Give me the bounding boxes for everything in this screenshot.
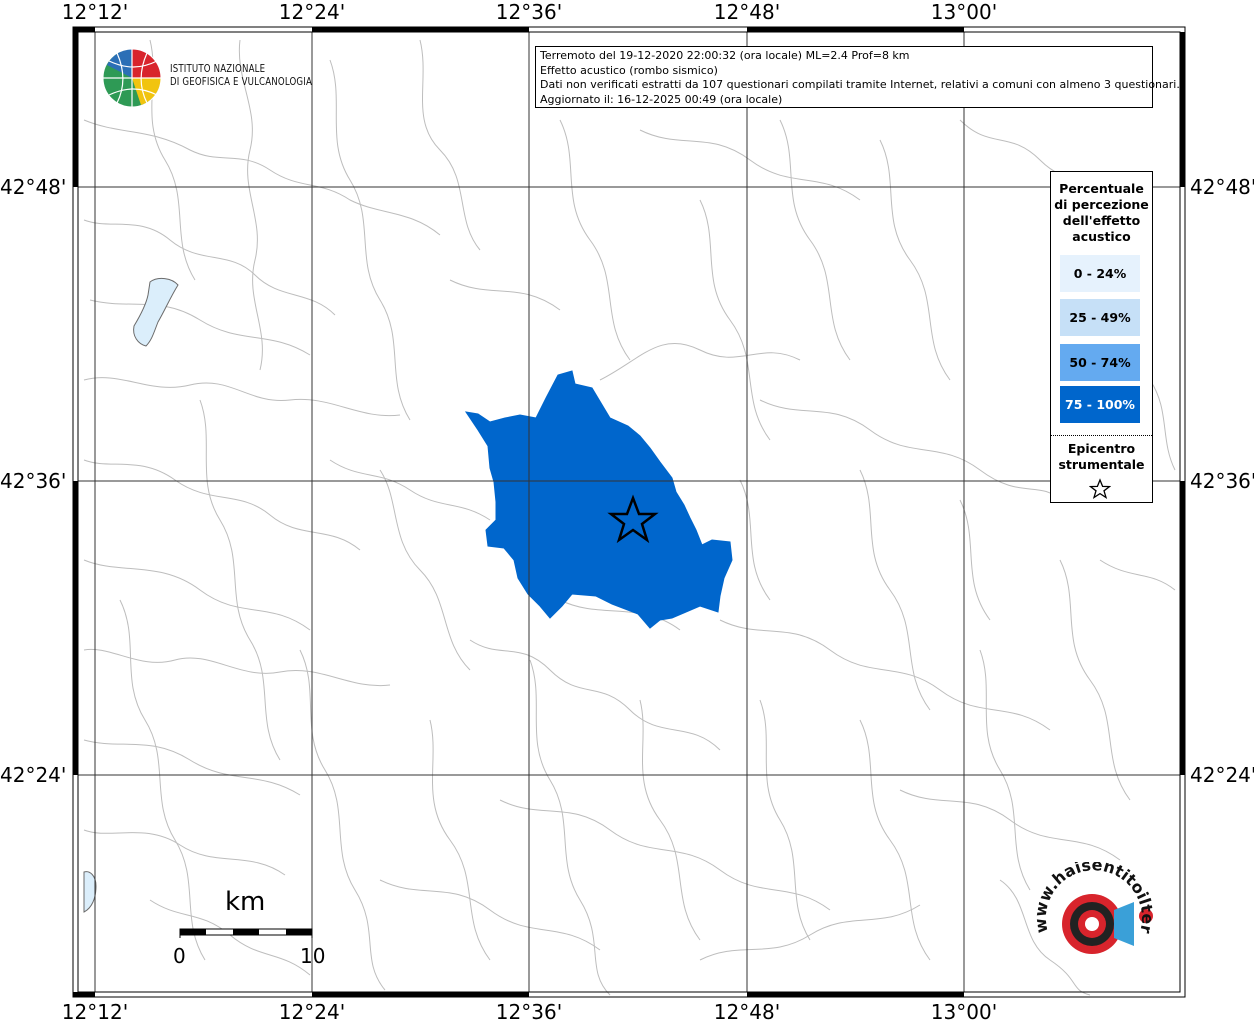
scale-bar-unit: km	[225, 887, 266, 917]
lon-tick-bottom-5: 13°00'	[930, 1000, 998, 1024]
legend-epicenter-line2: strumentale	[1058, 457, 1145, 472]
scale-bar-start: 0	[173, 944, 186, 968]
lat-tick-right-1: 42°48'	[1190, 175, 1254, 199]
legend-class-25-49: 25 - 49%	[1060, 299, 1140, 336]
legend-separator	[1051, 435, 1152, 436]
lat-tick-left-2: 42°36'	[0, 469, 67, 493]
lon-tick-bottom-2: 12°24'	[278, 1000, 346, 1024]
lon-tick-top-2: 12°24'	[278, 0, 346, 24]
lake-left-edge	[83, 871, 97, 913]
legend-class-75-100: 75 - 100%	[1060, 386, 1140, 423]
scale-bar-end: 10	[300, 944, 326, 968]
ingv-logo-line2: DI GEOFISICA E VULCANOLOGIA	[170, 76, 313, 88]
lat-tick-left-3: 42°24'	[0, 763, 67, 787]
legend-class-0-24: 0 - 24%	[1060, 255, 1140, 292]
legend-title: Percentuale di percezione dell'effetto a…	[1051, 181, 1152, 245]
event-info-line2: Effetto acustico (rombo sismico)	[540, 63, 718, 77]
lon-tick-bottom-4: 12°48'	[713, 1000, 781, 1024]
ingv-logo-text: ISTITUTO NAZIONALE DI GEOFISICA E VULCAN…	[170, 63, 312, 89]
lon-tick-top-1: 12°12'	[61, 0, 129, 24]
legend-class-50-74: 50 - 74%	[1060, 344, 1140, 381]
legend-epicenter-line1: Epicentro	[1067, 441, 1136, 456]
event-info-line1: Terremoto del 19-12-2020 22:00:32 (ora l…	[540, 49, 910, 62]
haisentitoilterremoto-logo: www.haisentitoilterremoto.it	[1030, 862, 1157, 954]
lat-tick-right-3: 42°24'	[1190, 763, 1254, 787]
legend-epicenter-label: Epicentro strumentale	[1051, 441, 1152, 473]
lat-tick-left-1: 42°48'	[0, 175, 67, 199]
legend-title-line2: di percezione	[1054, 197, 1149, 212]
scale-bar	[179, 928, 313, 938]
felt-area-polygon	[464, 370, 733, 629]
lon-tick-bottom-3: 12°36'	[495, 1000, 563, 1024]
event-info-box: Terremoto del 19-12-2020 22:00:32 (ora l…	[535, 46, 1180, 108]
lon-tick-bottom-1: 12°12'	[61, 1000, 129, 1024]
lat-tick-right-2: 42°36'	[1190, 469, 1254, 493]
ingv-logo-line1: ISTITUTO NAZIONALE	[170, 63, 266, 75]
lake-bolsena	[133, 277, 179, 347]
lon-tick-top-4: 12°48'	[713, 0, 781, 24]
star-outline-icon	[1089, 478, 1111, 500]
legend-title-line3: dell'effetto	[1062, 213, 1141, 228]
legend: Percentuale di percezione dell'effetto a…	[1050, 171, 1153, 503]
lon-tick-top-5: 13°00'	[930, 0, 998, 24]
globe-icon	[102, 48, 162, 108]
lon-tick-top-3: 12°36'	[495, 0, 563, 24]
event-info-line3: Dati non verificati estratti da 107 ques…	[540, 78, 1180, 91]
legend-title-line4: acustico	[1072, 229, 1131, 244]
legend-title-line1: Percentuale	[1059, 181, 1144, 196]
event-info-line4: Aggiornato il: 16-12-2025 00:49 (ora loc…	[540, 92, 783, 106]
